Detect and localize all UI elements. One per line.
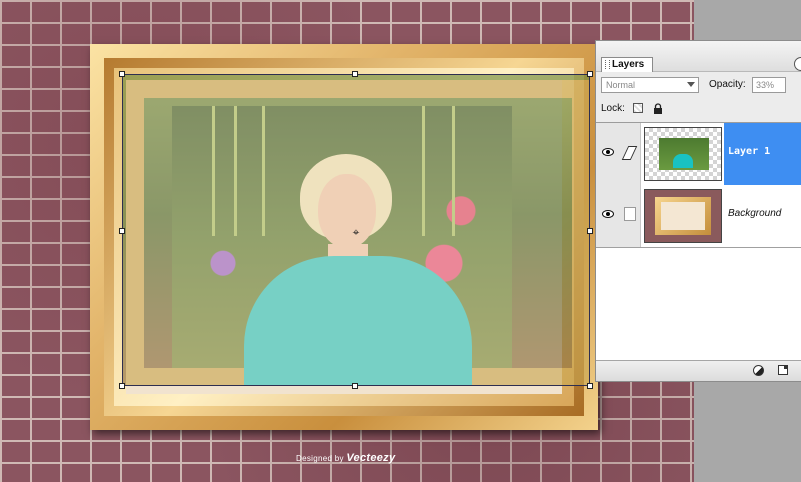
lock-label: Lock:	[601, 103, 625, 114]
layer-name-cell[interactable]: Layer 1	[724, 123, 801, 185]
transform-handle-top-right[interactable]	[587, 71, 593, 77]
empty-link-icon	[624, 207, 636, 221]
transform-handle-left[interactable]	[119, 228, 125, 234]
layer-name: Background	[728, 208, 782, 219]
layer-row-background[interactable]: Background	[596, 185, 801, 248]
blend-row: Normal Opacity: 33%	[601, 77, 801, 95]
tab-layers[interactable]: Layers	[601, 57, 654, 72]
transform-center-icon[interactable]: ⌖	[350, 226, 362, 238]
opacity-input[interactable]: 33%	[752, 77, 786, 93]
thumbnail-photo	[659, 138, 709, 170]
transform-handle-top-left[interactable]	[119, 71, 125, 77]
visibility-toggle[interactable]	[596, 123, 621, 185]
blend-mode-value: Normal	[606, 80, 636, 90]
watermark-brand: Vecteezy	[346, 452, 396, 464]
lock-row: Lock:	[601, 102, 801, 116]
lock-transparency-icon[interactable]	[633, 103, 643, 113]
transform-handle-right[interactable]	[587, 228, 593, 234]
new-layer-icon[interactable]	[778, 365, 788, 375]
eye-icon	[602, 210, 614, 218]
palette-footer	[596, 360, 801, 381]
palette-tab-bar: Layers	[596, 41, 801, 72]
blend-mode-select[interactable]: Normal	[601, 77, 699, 93]
transform-handle-top[interactable]	[352, 71, 358, 77]
layer-thumbnail	[644, 127, 722, 181]
transform-handle-bottom-left[interactable]	[119, 383, 125, 389]
layer-list: Layer 1 Background	[596, 122, 801, 361]
layer-thumbnail	[644, 189, 722, 243]
brush-icon	[621, 146, 638, 160]
eye-icon	[602, 148, 614, 156]
chevron-down-icon	[687, 82, 695, 87]
palette-menu-button[interactable]	[794, 57, 801, 71]
thumbnail-frame	[655, 197, 711, 235]
layer-name: Layer 1	[728, 146, 771, 157]
visibility-toggle[interactable]	[596, 185, 621, 247]
document-canvas[interactable]: ⌖ Designed by Vecteezy	[0, 0, 694, 482]
layer-row-layer-1[interactable]: Layer 1	[596, 123, 801, 186]
transform-handle-bottom[interactable]	[352, 383, 358, 389]
watermark-prefix: Designed by	[296, 454, 344, 463]
half-circle-icon[interactable]	[753, 365, 764, 376]
layer-name-cell[interactable]: Background	[724, 185, 801, 247]
link-cell[interactable]	[620, 185, 641, 247]
padlock-icon[interactable]	[653, 103, 663, 114]
transform-handle-bottom-right[interactable]	[587, 383, 593, 389]
layers-palette: Layers Normal Opacity: 33% Lock: Layer 1…	[595, 40, 801, 382]
layer-edit-indicator[interactable]	[620, 123, 641, 185]
opacity-label: Opacity:	[709, 79, 746, 90]
watermark: Designed by Vecteezy	[296, 452, 395, 464]
